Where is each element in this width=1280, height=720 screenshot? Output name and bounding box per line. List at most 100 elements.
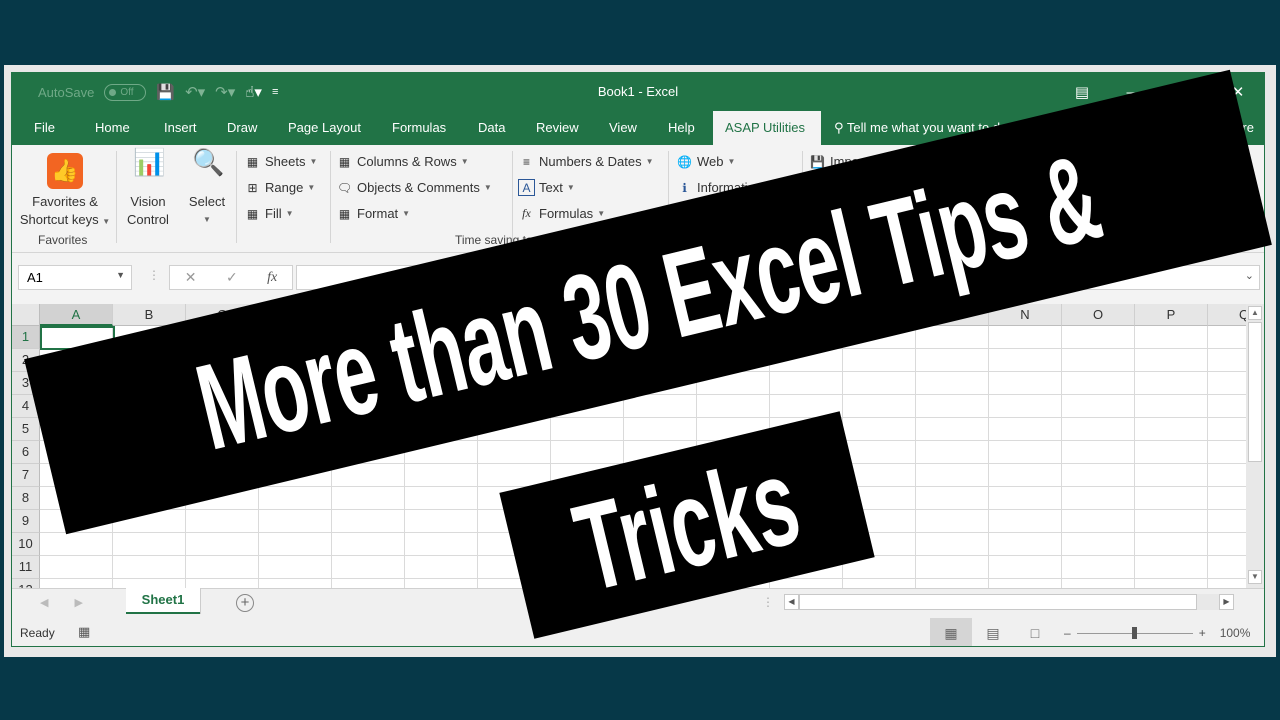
text-box-icon: A bbox=[518, 179, 535, 196]
numbers-dates-menu[interactable]: ≡ Numbers & Dates ▼ bbox=[518, 153, 654, 170]
normal-view-icon[interactable]: ▦ bbox=[930, 618, 972, 646]
tab-asap-utilities[interactable]: ASAP Utilities bbox=[713, 111, 821, 145]
dropdown-caret-icon: ▼ bbox=[116, 270, 125, 280]
zoom-level[interactable]: 100% bbox=[1220, 626, 1251, 640]
tab-formulas[interactable]: Formulas bbox=[380, 111, 458, 145]
columns-rows-label: Columns & Rows bbox=[357, 154, 457, 169]
objects-comments-menu[interactable]: 🗨 Objects & Comments ▼ bbox=[336, 179, 492, 196]
fill-menu[interactable]: ▦ Fill ▼ bbox=[244, 205, 294, 222]
row-header[interactable]: 5 bbox=[12, 418, 40, 441]
cancel-icon[interactable]: ✕ bbox=[185, 269, 197, 286]
text-menu[interactable]: A Text ▼ bbox=[518, 179, 575, 196]
prev-sheet-icon[interactable]: ◀ bbox=[40, 596, 48, 609]
formulas-label: Formulas bbox=[539, 206, 594, 221]
column-header[interactable]: Q bbox=[1208, 304, 1246, 326]
sheets-label: Sheets bbox=[265, 154, 306, 169]
row-header[interactable]: 8 bbox=[12, 487, 40, 510]
sheets-icon: ▦ bbox=[246, 154, 259, 169]
zoom-control: – + 100% bbox=[1064, 626, 1250, 640]
zoom-slider[interactable] bbox=[1076, 626, 1193, 639]
insert-function-icon[interactable]: fx bbox=[267, 270, 277, 286]
column-header[interactable]: P bbox=[1135, 304, 1208, 326]
tab-data[interactable]: Data bbox=[466, 111, 517, 145]
format-brush-icon: ▦ bbox=[338, 206, 351, 221]
dropdown-caret-icon: ▼ bbox=[597, 209, 606, 218]
zoom-slider-knob[interactable] bbox=[1131, 626, 1137, 639]
objects-comments-label: Objects & Comments bbox=[357, 180, 480, 195]
tab-help[interactable]: Help bbox=[656, 111, 707, 145]
name-box-value: A1 bbox=[27, 270, 43, 285]
magnifier-icon: 🔍 bbox=[192, 147, 225, 177]
group-separator bbox=[512, 151, 513, 243]
column-header[interactable]: A bbox=[40, 304, 113, 326]
name-box[interactable]: A1 ▼ bbox=[18, 265, 132, 290]
group-separator bbox=[116, 151, 117, 243]
row-header[interactable]: 12 bbox=[12, 579, 40, 588]
tab-split-grip-icon[interactable]: ⋮ bbox=[762, 595, 774, 609]
formula-bar-grip-icon[interactable]: ⋮ bbox=[148, 268, 160, 282]
sheets-menu[interactable]: ▦ Sheets ▼ bbox=[244, 153, 318, 170]
horizontal-scrollbar[interactable]: ◀ ▶ bbox=[784, 594, 1234, 610]
web-label: Web bbox=[697, 154, 724, 169]
fill-icon: ▦ bbox=[246, 206, 259, 221]
fill-label: Fill bbox=[265, 206, 282, 221]
tab-view[interactable]: View bbox=[597, 111, 649, 145]
tab-review[interactable]: Review bbox=[524, 111, 591, 145]
zoom-out-icon[interactable]: – bbox=[1064, 626, 1071, 640]
tab-draw[interactable]: Draw bbox=[215, 111, 269, 145]
zoom-in-icon[interactable]: + bbox=[1199, 626, 1206, 640]
group-label-favorites: Favorites bbox=[38, 233, 88, 247]
scroll-left-icon[interactable]: ◀ bbox=[784, 594, 799, 610]
dropdown-caret-icon: ▼ bbox=[307, 183, 316, 192]
presentation-icon: 📊 bbox=[133, 147, 166, 177]
enter-check-icon[interactable]: ✓ bbox=[226, 269, 238, 286]
row-header[interactable]: 1 bbox=[12, 326, 40, 349]
sheet-tab-sheet1[interactable]: Sheet1 bbox=[126, 588, 200, 614]
range-menu[interactable]: ⊞ Range ▼ bbox=[244, 179, 315, 196]
macro-record-icon[interactable]: ▦ bbox=[78, 624, 90, 640]
formulas-menu[interactable]: fx Formulas ▼ bbox=[518, 205, 605, 222]
dropdown-caret-icon: ▼ bbox=[727, 157, 736, 166]
favorites-label-2: Shortcut keys bbox=[19, 212, 99, 227]
row-header[interactable]: 11 bbox=[12, 556, 40, 579]
columns-rows-icon: ▦ bbox=[338, 154, 351, 169]
tab-insert[interactable]: Insert bbox=[152, 111, 209, 145]
thumbs-up-icon: 👍 bbox=[47, 153, 83, 189]
comment-icon: 🗨 bbox=[336, 180, 353, 195]
format-menu[interactable]: ▦ Format ▼ bbox=[336, 205, 410, 222]
scroll-up-icon[interactable]: ▲ bbox=[1248, 306, 1262, 320]
globe-link-icon: 🌐 bbox=[677, 154, 692, 169]
dropdown-caret-icon: ▼ bbox=[566, 183, 575, 192]
vertical-scrollbar[interactable]: ▲ ▼ bbox=[1246, 304, 1264, 588]
range-label: Range bbox=[265, 180, 304, 195]
row-header[interactable]: 10 bbox=[12, 533, 40, 556]
dropdown-caret-icon: ▼ bbox=[309, 157, 318, 166]
formula-buttons: ✕ ✓ fx bbox=[169, 265, 293, 290]
next-sheet-icon[interactable]: ▶ bbox=[74, 596, 82, 609]
scroll-right-icon[interactable]: ▶ bbox=[1219, 594, 1234, 610]
add-sheet-icon[interactable]: + bbox=[236, 594, 254, 612]
select-all-corner[interactable] bbox=[12, 304, 40, 326]
horizontal-scroll-thumb[interactable] bbox=[799, 594, 1197, 610]
vertical-scroll-thumb[interactable] bbox=[1248, 322, 1262, 462]
select-button[interactable]: 🔍 Select ▼ bbox=[182, 147, 232, 229]
vision-label-2: Control bbox=[127, 212, 169, 227]
tab-file[interactable]: File bbox=[22, 111, 67, 145]
row-header[interactable]: 7 bbox=[12, 464, 40, 487]
scroll-down-icon[interactable]: ▼ bbox=[1248, 570, 1262, 584]
page-break-view-icon[interactable]: □ bbox=[1014, 618, 1056, 646]
web-menu[interactable]: 🌐 Web ▼ bbox=[676, 153, 735, 170]
vision-control-button[interactable]: 📊 Vision Control bbox=[120, 147, 176, 229]
column-header[interactable]: O bbox=[1062, 304, 1135, 326]
expand-formula-bar-icon[interactable]: ⌄ bbox=[1245, 269, 1254, 282]
dropdown-caret-icon: ▼ bbox=[645, 157, 654, 166]
row-header[interactable]: 9 bbox=[12, 510, 40, 533]
favorites-button[interactable]: 👍 Favorites & Shortcut keys ▼ bbox=[16, 153, 114, 231]
page-layout-view-icon[interactable]: ▤ bbox=[972, 618, 1014, 646]
tab-page-layout[interactable]: Page Layout bbox=[276, 111, 373, 145]
columns-rows-menu[interactable]: ▦ Columns & Rows ▼ bbox=[336, 153, 469, 170]
format-label: Format bbox=[357, 206, 399, 221]
row-header[interactable]: 6 bbox=[12, 441, 40, 464]
gridline bbox=[1061, 326, 1062, 588]
tab-home[interactable]: Home bbox=[83, 111, 142, 145]
